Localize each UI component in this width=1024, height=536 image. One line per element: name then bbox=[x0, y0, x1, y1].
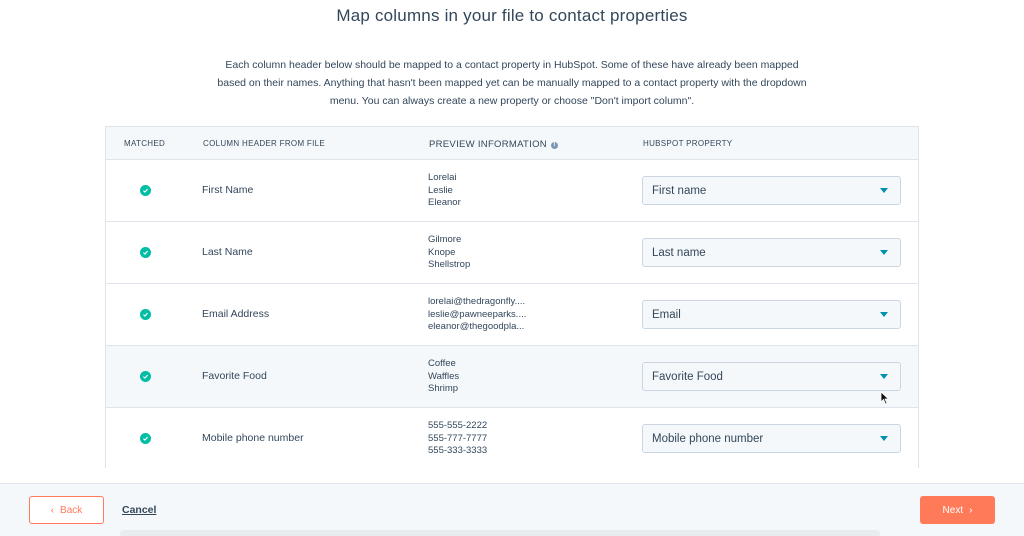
property-dropdown-value: Mobile phone number bbox=[652, 432, 764, 445]
table-row: Email Address lorelai@thedragonfly.... l… bbox=[106, 284, 918, 346]
footer-bar: ‹ Back Cancel Next › bbox=[0, 483, 1024, 536]
preview-value: lorelai@thedragonfly.... bbox=[428, 296, 526, 307]
back-button[interactable]: ‹ Back bbox=[29, 496, 104, 524]
info-icon[interactable]: i bbox=[550, 141, 558, 149]
column-name: First Name bbox=[202, 184, 254, 196]
caret-down-icon bbox=[880, 436, 888, 441]
chevron-left-icon: ‹ bbox=[50, 504, 55, 516]
table-row: First Name Lorelai Leslie Eleanor First … bbox=[106, 160, 918, 222]
header-preview: PREVIEW INFORMATION i bbox=[429, 139, 559, 152]
preview-value: Waffles bbox=[428, 370, 460, 382]
mouse-cursor-icon bbox=[880, 391, 890, 405]
preview-info: 555-555-2222 555-777-7777 555-333-3333 bbox=[428, 420, 558, 458]
preview-value: 555-555-2222 bbox=[428, 420, 488, 431]
check-icon bbox=[140, 433, 151, 444]
table-row: Mobile phone number 555-555-2222 555-777… bbox=[106, 408, 918, 470]
header-preview-label: PREVIEW INFORMATION bbox=[429, 139, 547, 150]
preview-value: Lorelai bbox=[428, 172, 457, 183]
table-row: Favorite Food Coffee Waffles Shrimp Favo… bbox=[106, 346, 918, 408]
property-dropdown-value: First name bbox=[652, 184, 707, 197]
property-dropdown[interactable]: Email bbox=[642, 300, 901, 329]
mapping-table: MATCHED COLUMN HEADER FROM FILE PREVIEW … bbox=[105, 126, 919, 470]
preview-info: Coffee Waffles Shrimp bbox=[428, 358, 558, 396]
check-icon bbox=[140, 309, 151, 320]
chevron-right-icon: › bbox=[969, 504, 973, 516]
preview-value: eleanor@thegoodpla... bbox=[428, 321, 525, 332]
column-name: Mobile phone number bbox=[202, 432, 304, 444]
check-icon bbox=[140, 185, 151, 196]
caret-down-icon bbox=[880, 312, 888, 317]
property-dropdown-value: Favorite Food bbox=[652, 370, 723, 383]
table-row: Last Name Gilmore Knope Shellstrop Last … bbox=[106, 222, 918, 284]
preview-value: 555-777-7777 bbox=[428, 432, 488, 444]
preview-value: Leslie bbox=[428, 184, 453, 196]
header-matched: MATCHED bbox=[124, 139, 165, 148]
preview-value: Knope bbox=[428, 246, 456, 258]
header-property-label: HUBSPOT PROPERTY bbox=[643, 139, 733, 148]
property-dropdown[interactable]: Last name bbox=[642, 238, 901, 267]
bottom-shadow bbox=[120, 530, 880, 536]
preview-value: Shellstrop bbox=[428, 259, 471, 270]
column-name: Email Address bbox=[202, 308, 270, 320]
property-dropdown[interactable]: First name bbox=[642, 176, 901, 205]
next-button[interactable]: Next › bbox=[920, 496, 995, 524]
property-dropdown[interactable]: Favorite Food bbox=[642, 362, 901, 391]
preview-value: 555-333-3333 bbox=[428, 445, 488, 456]
preview-info: Lorelai Leslie Eleanor bbox=[428, 172, 558, 210]
preview-value: Coffee bbox=[428, 358, 456, 369]
preview-value: Eleanor bbox=[428, 197, 461, 208]
table-header: MATCHED COLUMN HEADER FROM FILE PREVIEW … bbox=[106, 127, 918, 160]
preview-info: Gilmore Knope Shellstrop bbox=[428, 234, 558, 272]
cancel-link[interactable]: Cancel bbox=[122, 504, 156, 516]
back-button-label: Back bbox=[60, 504, 83, 516]
property-dropdown[interactable]: Mobile phone number bbox=[642, 424, 901, 453]
preview-value: Shrimp bbox=[428, 383, 459, 394]
next-button-label: Next bbox=[942, 504, 964, 516]
preview-value: leslie@pawneeparks.... bbox=[428, 308, 527, 320]
check-icon bbox=[140, 247, 151, 258]
check-icon bbox=[140, 371, 151, 382]
property-dropdown-value: Email bbox=[652, 308, 681, 321]
column-name: Favorite Food bbox=[202, 370, 267, 382]
property-dropdown-value: Last name bbox=[652, 246, 706, 259]
header-property: HUBSPOT PROPERTY bbox=[643, 139, 732, 148]
page-description: Each column header below should be mappe… bbox=[217, 59, 807, 107]
caret-down-icon bbox=[880, 374, 888, 379]
caret-down-icon bbox=[880, 250, 888, 255]
caret-down-icon bbox=[880, 188, 888, 193]
header-column: COLUMN HEADER FROM FILE bbox=[203, 139, 325, 148]
preview-value: Gilmore bbox=[428, 234, 462, 245]
header-matched-label: MATCHED bbox=[124, 139, 166, 148]
header-column-label: COLUMN HEADER FROM FILE bbox=[203, 139, 326, 148]
page-title: Map columns in your file to contact prop… bbox=[336, 6, 688, 25]
preview-info: lorelai@thedragonfly.... leslie@pawneepa… bbox=[428, 296, 558, 334]
column-name: Last Name bbox=[202, 246, 253, 258]
